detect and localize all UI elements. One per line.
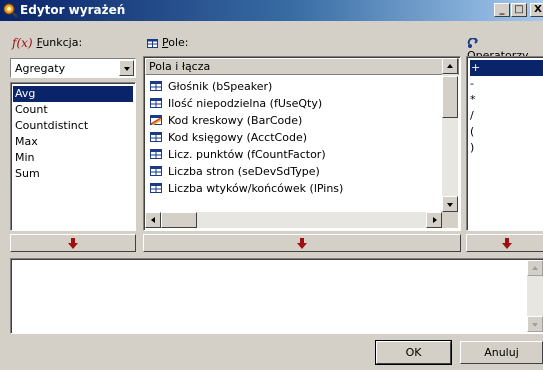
function-item[interactable]: Count [13, 102, 48, 118]
scroll-left-button[interactable] [145, 212, 161, 228]
barcode-field-icon [150, 115, 162, 125]
scroll-right-button[interactable] [426, 212, 442, 228]
cancel-button[interactable]: Anuluj [460, 341, 543, 364]
scroll-up-button[interactable] [527, 260, 543, 276]
function-item[interactable]: Max [13, 134, 38, 150]
field-item[interactable]: Liczba wtyków/końcówek (lPins) [150, 180, 343, 197]
expression-scrollbar[interactable] [527, 260, 543, 332]
field-icon [150, 132, 162, 142]
close-button[interactable]: X [530, 3, 543, 17]
field-item[interactable]: Kod księgowy (AcctCode) [150, 129, 307, 146]
insert-function-button[interactable] [10, 234, 136, 252]
function-item[interactable]: Countdistinct [13, 118, 88, 134]
field-icon [150, 149, 162, 159]
insert-operator-button[interactable] [466, 234, 543, 252]
scroll-up-button[interactable] [442, 58, 458, 74]
function-item[interactable]: Avg [13, 86, 133, 102]
dropdown-arrow-icon[interactable] [119, 60, 134, 76]
arrow-down-icon [297, 238, 307, 249]
arrow-down-icon [502, 238, 512, 249]
operator-item[interactable]: + [470, 60, 543, 76]
field-item[interactable]: Głośnik (bSpeaker) [150, 78, 272, 95]
minimize-button[interactable]: _ [494, 3, 510, 17]
operator-item[interactable]: * [470, 92, 476, 108]
app-icon [3, 3, 18, 18]
scroll-down-button[interactable] [442, 196, 458, 212]
fields-label: Pole: [147, 36, 189, 49]
table-icon [147, 38, 158, 48]
field-icon [150, 81, 162, 91]
maximize-button[interactable]: □ [511, 3, 527, 17]
function-item[interactable]: Min [13, 150, 35, 166]
operator-item[interactable]: ) [470, 140, 474, 156]
ok-button[interactable]: OK [375, 340, 452, 365]
operators-icon [467, 37, 478, 48]
expression-textarea[interactable] [10, 258, 543, 334]
field-item[interactable]: Ilość niepodzielna (fUseQty) [150, 95, 322, 112]
scroll-corner [442, 212, 458, 228]
operator-item[interactable]: - [470, 76, 474, 92]
functions-list[interactable]: Avg Count Countdistinct Max Min Sum [10, 82, 136, 231]
operators-list[interactable]: + - * / ( ) [466, 56, 543, 231]
fields-horizontal-scrollbar[interactable] [145, 212, 442, 228]
field-item[interactable]: Liczba stron (seDevSdType) [150, 163, 320, 180]
operator-item[interactable]: / [470, 108, 474, 124]
function-item[interactable]: Sum [13, 166, 40, 182]
fields-vertical-scrollbar[interactable] [442, 58, 458, 212]
functions-label: f(x) Funkcja: [12, 36, 83, 50]
h-scroll-thumb[interactable] [161, 212, 197, 228]
field-icon [150, 166, 162, 176]
field-item[interactable]: Licz. punktów (fCountFactor) [150, 146, 326, 163]
scroll-down-button[interactable] [527, 316, 543, 332]
title-bar[interactable]: Edytor wyrażeń _ □ X [0, 0, 543, 21]
category-select[interactable]: Agregaty [10, 58, 136, 78]
category-value: Agregaty [15, 62, 66, 75]
field-icon [150, 183, 162, 193]
scroll-thumb[interactable] [442, 76, 458, 118]
insert-field-button[interactable] [143, 234, 461, 252]
window-title: Edytor wyrażeń [20, 3, 126, 17]
fields-column-header[interactable]: Pola i łącza [145, 58, 459, 75]
function-icon: f(x) [12, 36, 33, 50]
field-item[interactable]: Kod kreskowy (BarCode) [150, 112, 302, 129]
field-icon [150, 98, 162, 108]
operator-item[interactable]: ( [470, 124, 474, 140]
fields-tree[interactable]: Pola i łącza Głośnik (bSpeaker) Ilość ni… [143, 56, 461, 231]
arrow-down-icon [68, 238, 78, 249]
